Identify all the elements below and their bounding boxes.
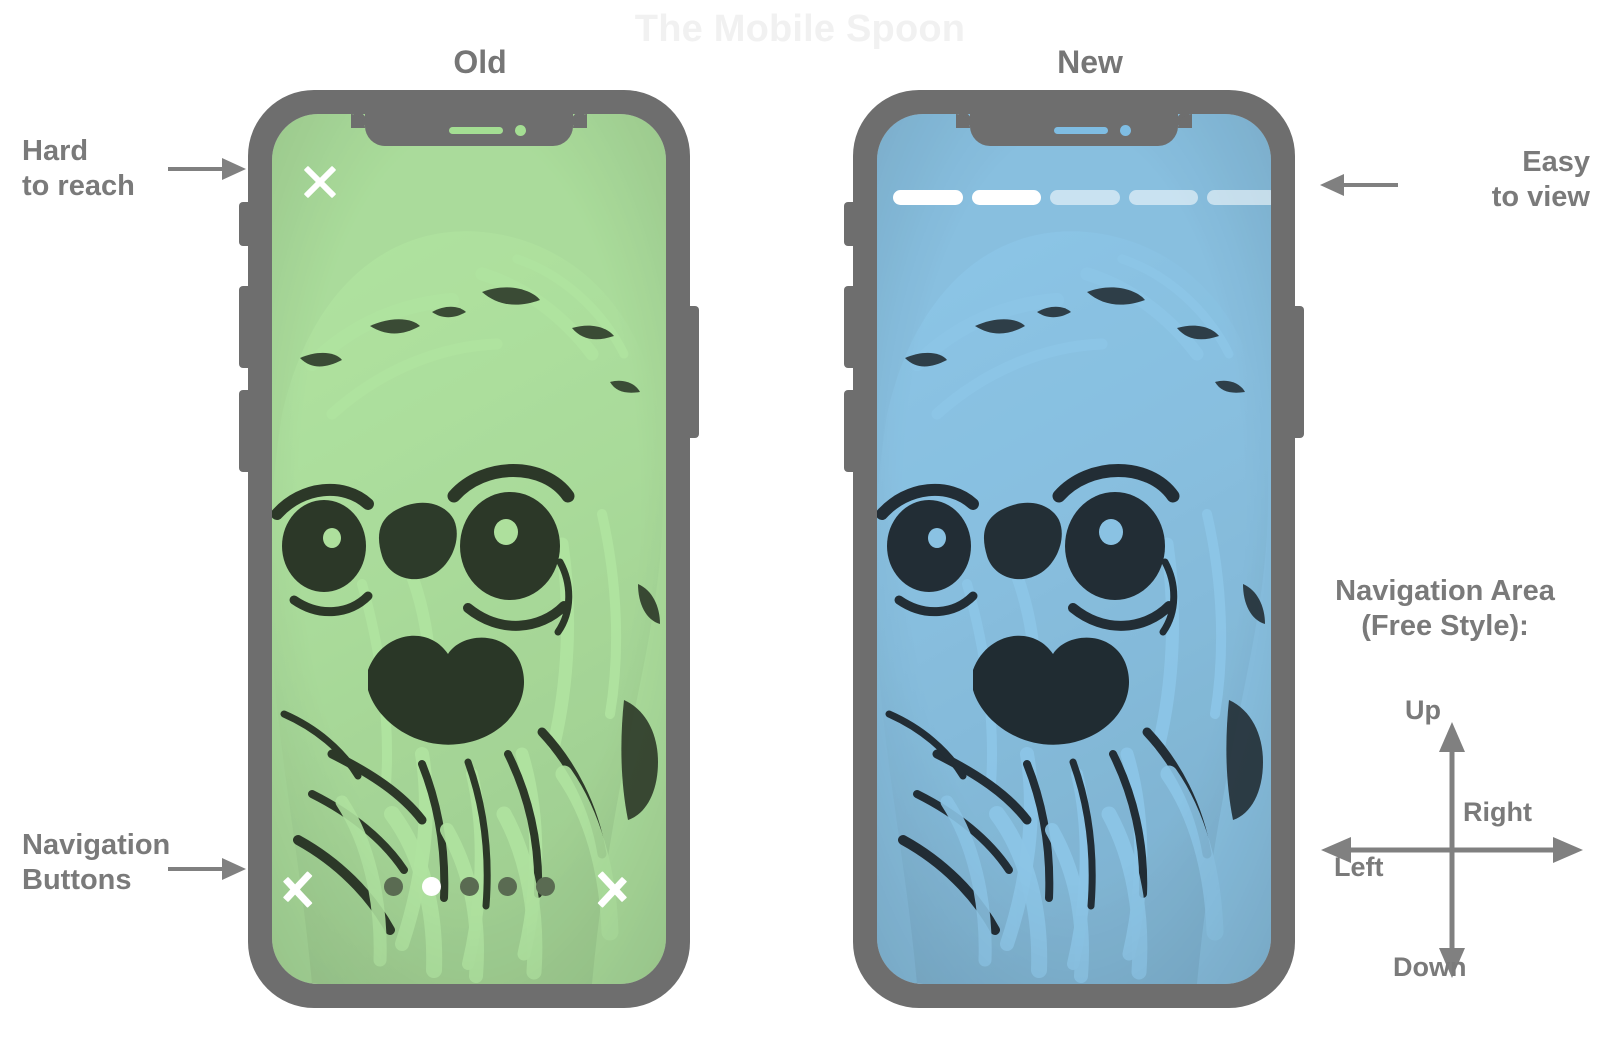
volume-down-button-new[interactable]	[844, 390, 855, 472]
annotation-line: to view	[1491, 181, 1590, 214]
power-button-old[interactable]	[688, 306, 699, 438]
phone-mockup-old	[239, 90, 699, 1008]
phone-mockup-new	[844, 90, 1304, 1008]
caption-new: New	[1057, 44, 1123, 80]
volume-up-button-old[interactable]	[239, 286, 250, 368]
story-progress-bar[interactable]	[1128, 190, 1199, 205]
watermark-text: The Mobile Spoon	[634, 8, 966, 50]
notch-old	[351, 114, 587, 146]
phone-screen-new[interactable]	[877, 114, 1271, 984]
silent-switch-old[interactable]	[239, 202, 250, 246]
arrow-head	[222, 858, 246, 880]
slide-canvas: The Mobile Spoon Old New Hard to reach N…	[0, 0, 1600, 1064]
direction-label-down: Down	[1393, 952, 1467, 982]
annotation-line: (Free Style):	[1361, 610, 1529, 643]
story-progress-bar[interactable]	[1050, 190, 1120, 205]
pagination-dot-active[interactable]	[421, 876, 441, 896]
phone-screen-old[interactable]	[272, 114, 666, 984]
front-camera-icon	[515, 125, 526, 136]
story-progress-bars	[893, 190, 1271, 205]
volume-up-button-new[interactable]	[844, 286, 855, 368]
arrow-left-icon	[1320, 174, 1398, 196]
notch-new	[956, 114, 1192, 146]
story-progress-bar-filled[interactable]	[893, 190, 963, 205]
chevron-left-icon[interactable]	[282, 854, 342, 918]
annotation-hard-to-reach: Hard to reach	[22, 134, 192, 205]
close-x-icon[interactable]	[300, 161, 340, 201]
blue-lift-overlay	[877, 114, 1271, 984]
arrow-right-icon	[168, 158, 246, 180]
annotation-line: Navigation Area	[1335, 575, 1555, 607]
arrow-head	[222, 158, 246, 180]
pagination-dot[interactable]	[535, 876, 555, 896]
chevron-right-icon[interactable]	[596, 854, 632, 918]
arrow-shaft	[1340, 183, 1398, 187]
pagination-dot[interactable]	[497, 876, 517, 896]
speaker-grill-icon	[1054, 127, 1108, 134]
annotation-line: Hard	[22, 135, 89, 167]
arrow-shaft	[168, 167, 226, 171]
speaker-grill-icon	[449, 127, 503, 134]
direction-label-right: Right	[1463, 797, 1532, 827]
direction-label-left: Left	[1334, 852, 1384, 882]
direction-label-up: Up	[1405, 695, 1441, 725]
pagination-dot[interactable]	[383, 876, 403, 896]
pagination-dot[interactable]	[459, 876, 479, 896]
annotation-easy-to-view: Easy to view	[1400, 145, 1590, 216]
annotation-navigation-area: Navigation Area (Free Style):	[1300, 574, 1590, 645]
silent-switch-new[interactable]	[844, 202, 855, 246]
navigation-bar-old	[272, 854, 666, 918]
annotation-line: Easy	[1522, 146, 1590, 178]
arrow-head	[1320, 174, 1344, 196]
power-button-new[interactable]	[1293, 306, 1304, 438]
annotation-line: to reach	[22, 170, 135, 203]
arrow-right-icon	[168, 858, 246, 880]
story-progress-bar-filled[interactable]	[971, 190, 1042, 205]
arrow-shaft	[168, 867, 226, 871]
caption-old: Old	[453, 44, 507, 80]
pagination-dots	[383, 876, 555, 896]
story-progress-bar[interactable]	[1207, 190, 1271, 205]
volume-down-button-old[interactable]	[239, 390, 250, 472]
front-camera-icon	[1120, 125, 1131, 136]
